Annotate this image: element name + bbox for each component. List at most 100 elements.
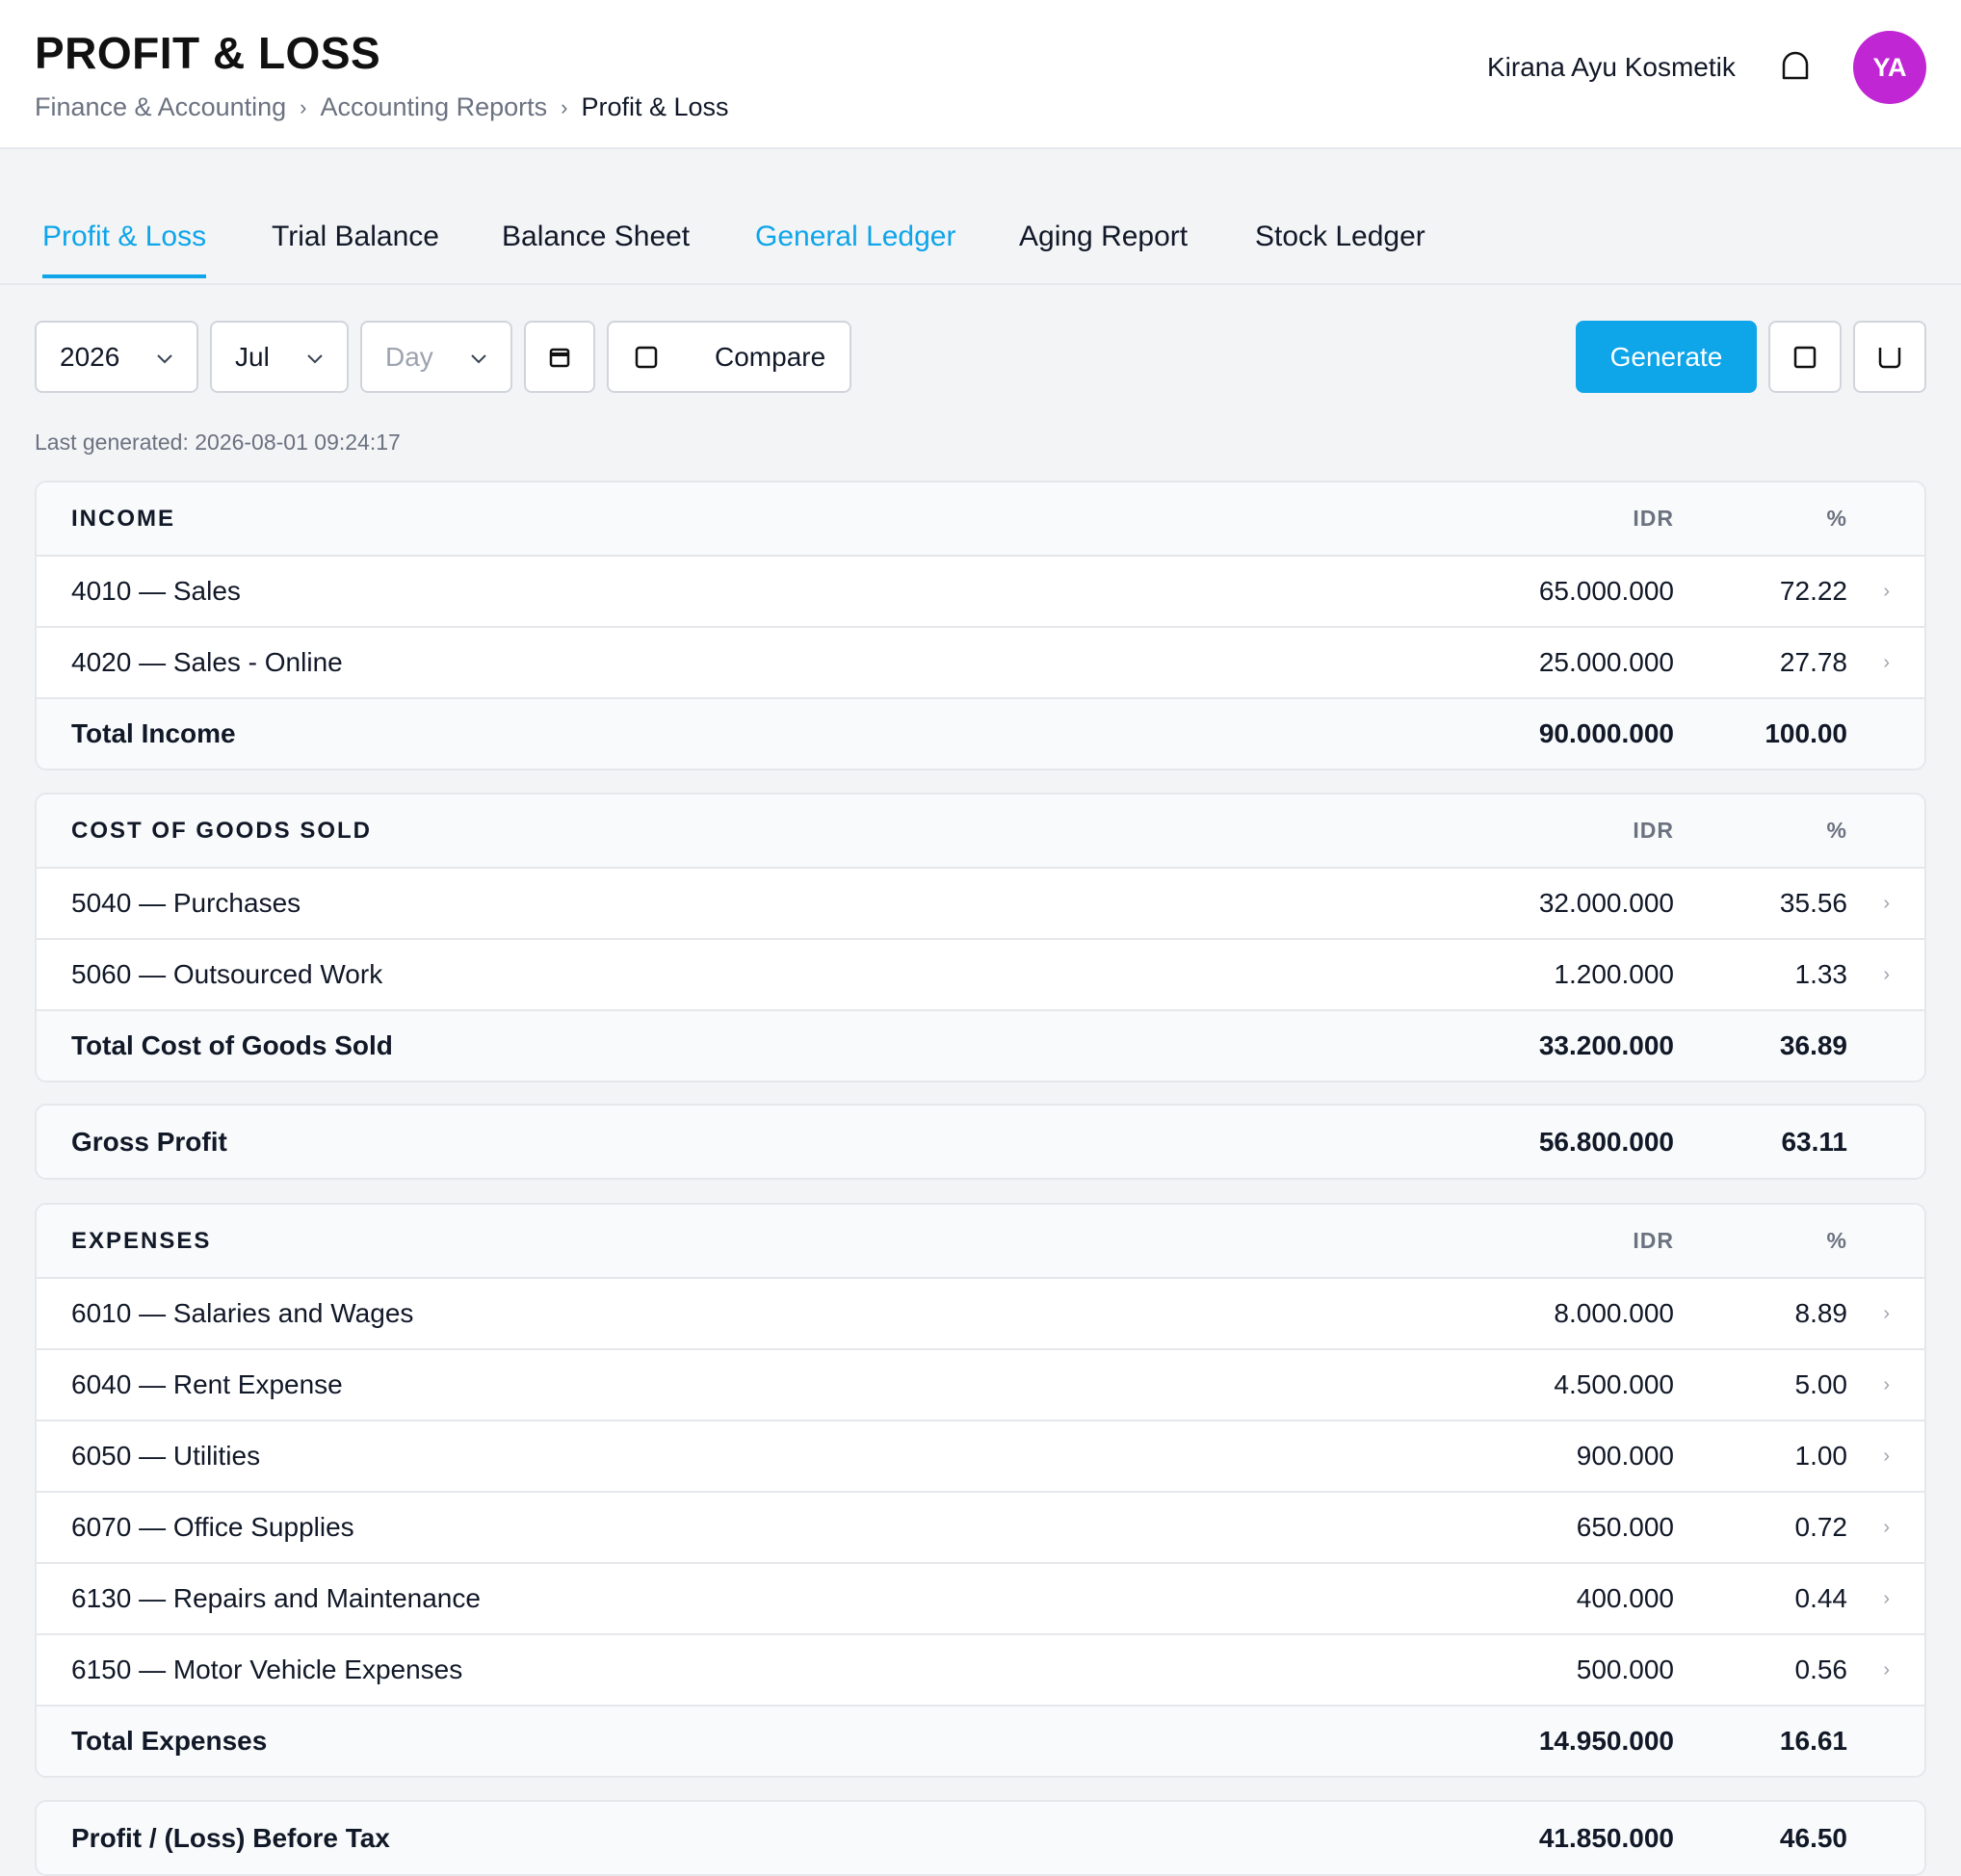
account-percent: 35.56 (1779, 888, 1847, 918)
breadcrumb: Finance & Accounting › Accounting Report… (35, 92, 729, 122)
chevron-right-icon[interactable]: › (1883, 1421, 1890, 1491)
section-title: COST OF GOODS SOLD (71, 817, 373, 844)
section-title: EXPENSES (71, 1227, 212, 1254)
breadcrumb-separator-icon: › (300, 94, 307, 119)
account-label: 6010 — Salaries and Wages (71, 1298, 414, 1328)
account-row[interactable]: 6050 — Utilities 900.000 1.00 › (37, 1420, 1924, 1491)
account-row[interactable]: 5040 — Purchases 32.000.000 35.56 › (37, 867, 1924, 938)
account-row[interactable]: 4010 — Sales 65.000.000 72.22 › (37, 555, 1924, 626)
tab-general-ledger[interactable]: General Ledger (755, 221, 955, 274)
column-header-percent: % (1826, 1228, 1847, 1253)
month-select[interactable]: Jul (210, 321, 349, 393)
breadcrumb-accounting-reports[interactable]: Accounting Reports (321, 92, 548, 122)
column-header-percent: % (1826, 506, 1847, 531)
calendar-icon (549, 348, 570, 367)
chevron-right-icon[interactable]: › (1883, 1635, 1890, 1705)
column-header-amount: IDR (1633, 1228, 1674, 1253)
chevron-down-icon (157, 354, 172, 364)
summary-row: Gross Profit 56.800.000 63.11 (37, 1106, 1924, 1178)
section-header: INCOME IDR % (37, 482, 1924, 555)
account-amount: 500.000 (1576, 1655, 1674, 1684)
profit-before-tax-amount: 41.850.000 (1538, 1823, 1674, 1853)
company-switcher[interactable]: Kirana Ayu Kosmetik (1487, 52, 1736, 83)
column-header-amount: IDR (1633, 818, 1674, 843)
cogs-section: COST OF GOODS SOLD IDR % 5040 — Purchase… (35, 793, 1926, 1082)
account-percent: 27.78 (1779, 647, 1847, 677)
account-row[interactable]: 6150 — Motor Vehicle Expenses 500.000 0.… (37, 1633, 1924, 1705)
account-percent: 8.89 (1794, 1298, 1848, 1328)
last-generated-text: Last generated: 2026-08-01 09:24:17 (35, 430, 401, 455)
chevron-right-icon[interactable]: › (1883, 628, 1890, 697)
account-row[interactable]: 4020 — Sales - Online 25.000.000 27.78 › (37, 626, 1924, 697)
compare-toggle[interactable]: Compare (607, 321, 851, 393)
account-percent: 1.33 (1794, 959, 1848, 989)
breadcrumb-current: Profit & Loss (581, 92, 729, 121)
year-value: 2026 (60, 341, 120, 372)
gross-profit-summary: Gross Profit 56.800.000 63.11 (35, 1104, 1926, 1180)
gross-profit-label: Gross Profit (71, 1126, 227, 1157)
account-label: 6050 — Utilities (71, 1441, 261, 1471)
total-percent: 16.61 (1779, 1726, 1847, 1756)
chevron-right-icon[interactable]: › (1883, 1493, 1890, 1562)
page-title: PROFIT & LOSS (35, 28, 381, 78)
generate-button[interactable]: Generate (1576, 321, 1757, 393)
account-label: 4020 — Sales - Online (71, 647, 343, 677)
total-label: Total Expenses (71, 1726, 268, 1756)
breadcrumb-separator-icon: › (561, 94, 568, 119)
account-percent: 0.44 (1794, 1583, 1848, 1613)
account-amount: 900.000 (1576, 1441, 1674, 1471)
day-placeholder: Day (385, 341, 433, 372)
column-header-percent: % (1826, 818, 1847, 843)
bell-icon[interactable] (1778, 50, 1813, 85)
gross-profit-percent: 63.11 (1781, 1126, 1847, 1157)
chevron-right-icon[interactable]: › (1883, 1350, 1890, 1420)
account-label: 5040 — Purchases (71, 888, 301, 918)
account-percent: 5.00 (1794, 1369, 1848, 1399)
chevron-right-icon[interactable]: › (1883, 1279, 1890, 1348)
user-avatar[interactable]: YA (1853, 31, 1926, 104)
account-amount: 4.500.000 (1554, 1369, 1674, 1399)
account-label: 6040 — Rent Expense (71, 1369, 343, 1399)
year-select[interactable]: 2026 (35, 321, 198, 393)
account-row[interactable]: 6070 — Office Supplies 650.000 0.72 › (37, 1491, 1924, 1562)
gross-profit-amount: 56.800.000 (1538, 1126, 1674, 1157)
chevron-down-icon (307, 354, 323, 364)
total-amount: 90.000.000 (1538, 718, 1674, 748)
chevron-down-icon (471, 354, 486, 364)
total-percent: 36.89 (1779, 1030, 1847, 1060)
account-row[interactable]: 6010 — Salaries and Wages 8.000.000 8.89… (37, 1277, 1924, 1348)
account-row[interactable]: 5060 — Outsourced Work 1.200.000 1.33 › (37, 938, 1924, 1009)
account-percent: 1.00 (1794, 1441, 1848, 1471)
date-picker-button[interactable] (524, 321, 595, 393)
tray-icon (1878, 347, 1901, 368)
chevron-right-icon[interactable]: › (1883, 940, 1890, 1009)
section-header: COST OF GOODS SOLD IDR % (37, 795, 1924, 867)
account-amount: 65.000.000 (1538, 576, 1674, 606)
account-amount: 8.000.000 (1554, 1298, 1674, 1328)
day-select[interactable]: Day (360, 321, 512, 393)
tab-balance-sheet[interactable]: Balance Sheet (502, 221, 690, 274)
chevron-right-icon[interactable]: › (1883, 1564, 1890, 1633)
chevron-right-icon[interactable]: › (1883, 869, 1890, 938)
account-amount: 1.200.000 (1554, 959, 1674, 989)
column-header-amount: IDR (1633, 506, 1674, 531)
summary-row: Profit / (Loss) Before Tax 41.850.000 46… (37, 1802, 1924, 1874)
total-amount: 33.200.000 (1538, 1030, 1674, 1060)
tab-stock-ledger[interactable]: Stock Ledger (1255, 221, 1425, 274)
breadcrumb-finance[interactable]: Finance & Accounting (35, 92, 286, 122)
compare-label: Compare (715, 341, 826, 372)
export-button[interactable] (1768, 321, 1842, 393)
expenses-section: EXPENSES IDR % 6010 — Salaries and Wages… (35, 1203, 1926, 1778)
tab-trial-balance[interactable]: Trial Balance (272, 221, 439, 274)
account-row[interactable]: 6130 — Repairs and Maintenance 400.000 0… (37, 1562, 1924, 1633)
account-row[interactable]: 6040 — Rent Expense 4.500.000 5.00 › (37, 1348, 1924, 1420)
tab-profit-loss[interactable]: Profit & Loss (42, 221, 207, 278)
total-amount: 14.950.000 (1538, 1726, 1674, 1756)
chevron-right-icon[interactable]: › (1883, 557, 1890, 626)
print-button[interactable] (1853, 321, 1926, 393)
month-value: Jul (235, 341, 270, 372)
checkbox-icon[interactable] (634, 345, 659, 370)
total-row: Total Cost of Goods Sold 33.200.000 36.8… (37, 1009, 1924, 1081)
profit-before-tax-label: Profit / (Loss) Before Tax (71, 1823, 390, 1853)
tab-aging-report[interactable]: Aging Report (1019, 221, 1188, 274)
